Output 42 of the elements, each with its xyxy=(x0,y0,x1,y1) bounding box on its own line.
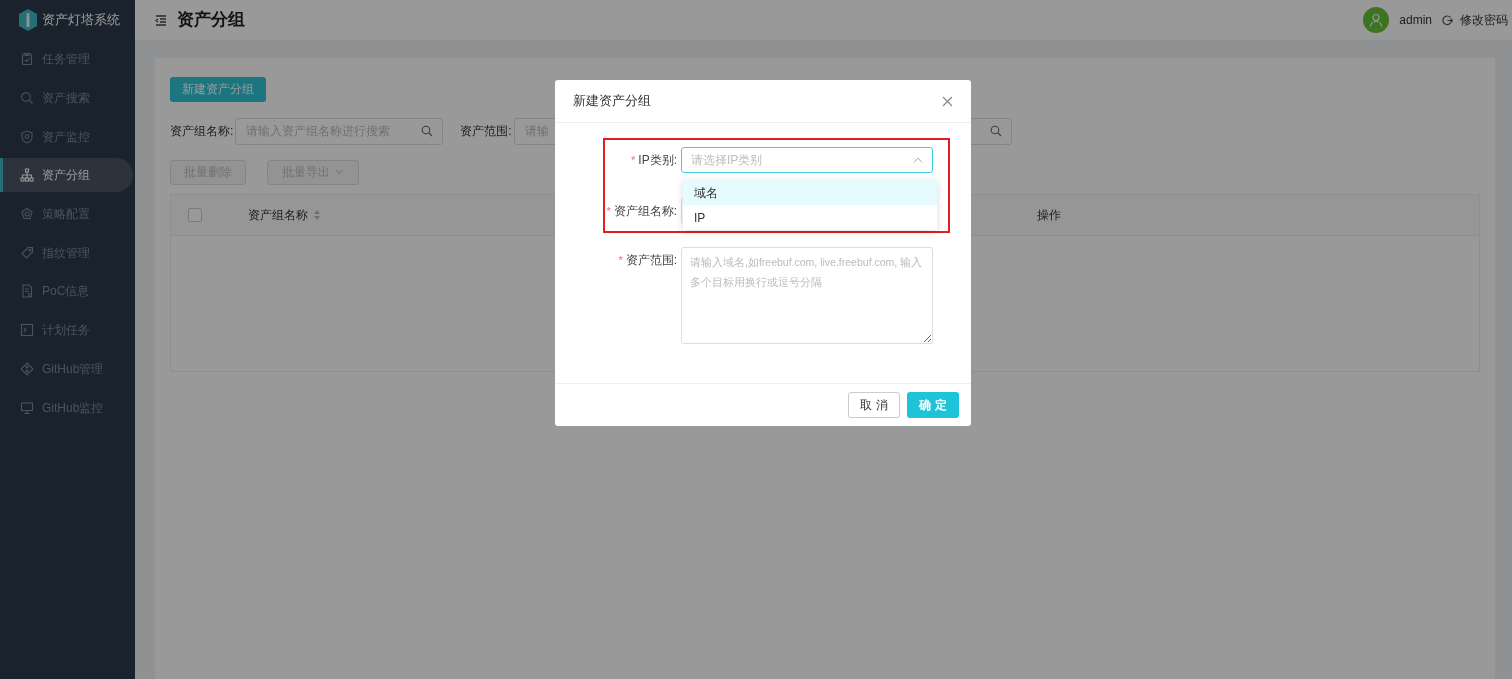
user-name[interactable]: admin xyxy=(1399,11,1432,29)
monitor-icon xyxy=(20,400,34,415)
column-header: 资产组名称 xyxy=(248,206,308,224)
dropdown-option[interactable]: 域名 xyxy=(683,180,937,205)
search-icon xyxy=(20,91,34,106)
filter-label: 资产范围: xyxy=(460,123,512,140)
logout-icon[interactable] xyxy=(1442,14,1453,26)
filter-label: 资产组名称: xyxy=(170,123,234,140)
required-mark: * xyxy=(618,252,623,268)
cancel-button[interactable]: 取 消 xyxy=(848,392,900,418)
dialog-title: 新建资产分组 xyxy=(573,92,651,111)
lighthouse-logo-icon xyxy=(18,9,38,31)
diamond-icon xyxy=(20,361,34,376)
search-icon[interactable] xyxy=(421,125,434,137)
search-icon[interactable] xyxy=(989,125,1002,137)
required-mark: * xyxy=(606,203,611,219)
tag-icon xyxy=(20,245,34,260)
hierarchy-icon xyxy=(20,168,34,183)
new-group-button[interactable]: 新建资产分组 xyxy=(170,76,266,102)
column-header: 操作 xyxy=(1037,206,1061,224)
sidebar-item[interactable]: 资产分组 xyxy=(0,158,133,193)
menu-icon[interactable] xyxy=(155,14,167,26)
caret-up-icon xyxy=(913,157,923,163)
document-icon xyxy=(20,284,34,299)
close-icon[interactable] xyxy=(942,95,953,107)
badge-icon xyxy=(20,207,34,222)
app-title: 资产灯塔系统 xyxy=(42,11,120,30)
shield-icon xyxy=(20,129,34,144)
change-password-link[interactable]: 修改密码 xyxy=(1460,11,1508,29)
checkbox[interactable] xyxy=(188,207,202,222)
select-field[interactable]: 请选择IP类别 xyxy=(681,147,933,173)
page-title: 资产分组 xyxy=(177,9,245,32)
confirm-button[interactable]: 确 定 xyxy=(907,392,959,418)
field-label: 资产组名称: xyxy=(613,203,677,220)
clipboard-icon xyxy=(20,52,34,67)
field-label: 资产范围: xyxy=(625,252,677,269)
dropdown-option[interactable]: IP xyxy=(683,205,937,230)
terminal-icon xyxy=(20,323,34,338)
caret-icon xyxy=(335,169,344,175)
avatar-icon[interactable] xyxy=(1363,7,1390,33)
required-mark: * xyxy=(631,152,636,168)
field-label: IP类别: xyxy=(638,152,677,169)
